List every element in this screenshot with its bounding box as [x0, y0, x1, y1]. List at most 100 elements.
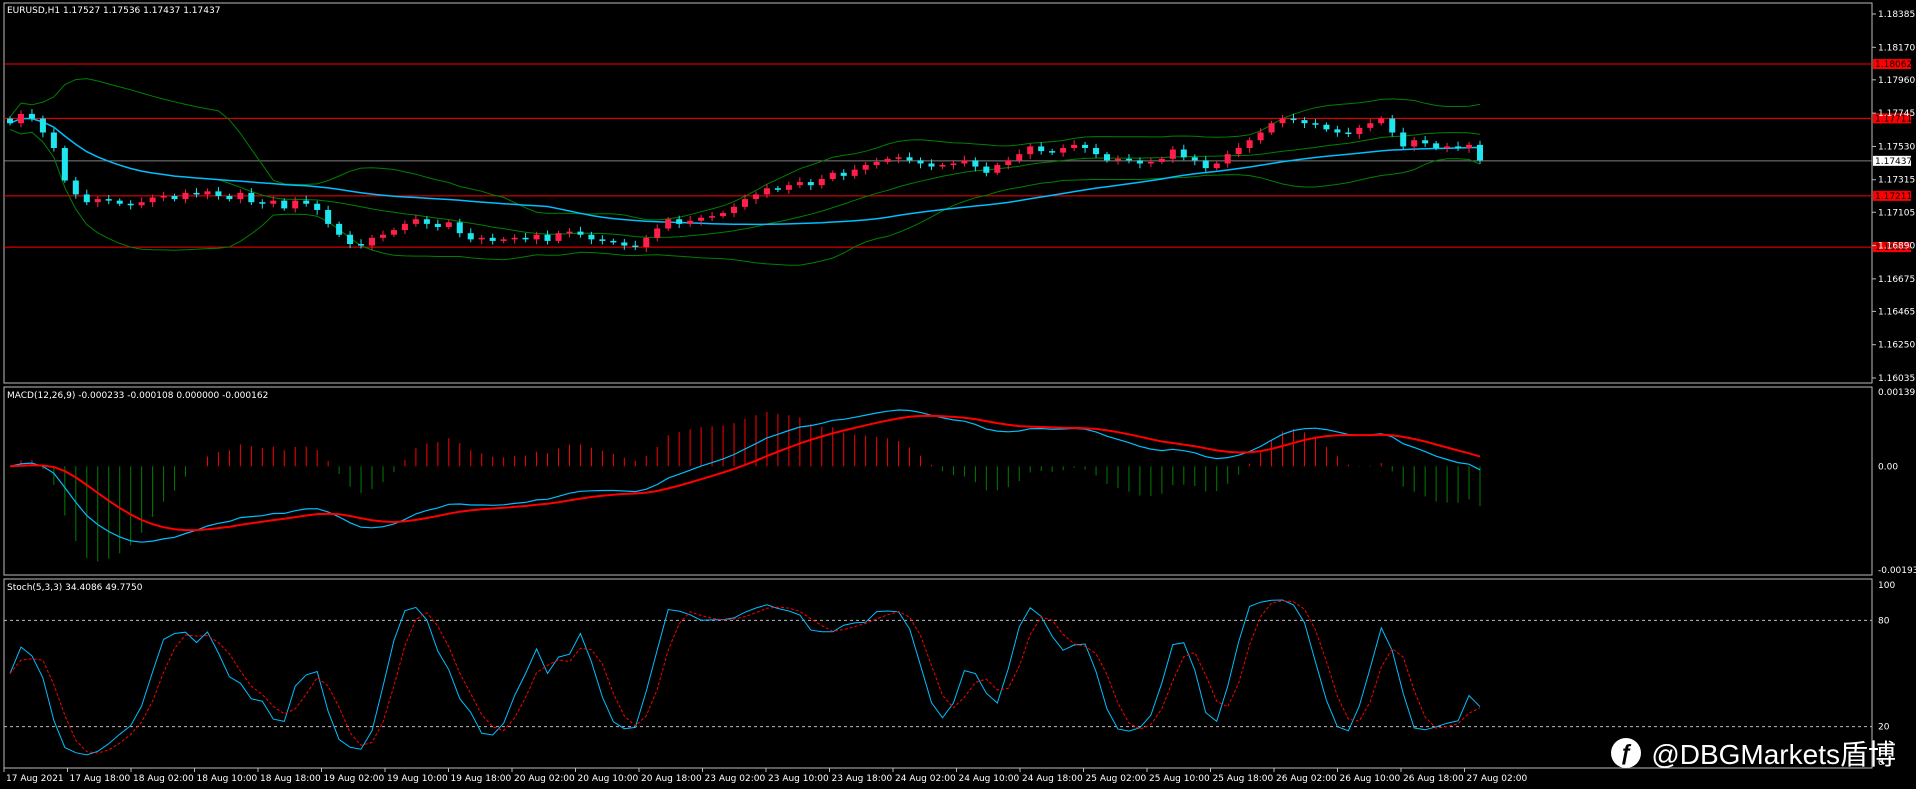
candle-body: [796, 182, 803, 186]
candle-body: [423, 219, 430, 224]
candle-body: [1125, 158, 1132, 161]
candle-body: [434, 223, 441, 227]
candle-body: [544, 234, 551, 241]
stoch-pane: [3, 578, 1873, 769]
candle-body: [28, 113, 35, 119]
candle-body: [555, 233, 562, 241]
current-price-label: 1.17437: [1875, 157, 1912, 167]
candle-body: [851, 169, 858, 176]
candle-body: [632, 245, 639, 248]
price-tick-label: 1.17530: [1878, 142, 1915, 152]
time-tick-label: 19 Aug 18:00: [451, 774, 512, 784]
price-tick-label: 1.16890: [1878, 242, 1915, 252]
candle-body: [467, 233, 474, 240]
candle-body: [1202, 160, 1209, 169]
candle-body: [1345, 132, 1352, 135]
candle-body: [994, 165, 1001, 173]
macd-tick-label: 0.00: [1878, 462, 1898, 472]
candle-body: [829, 172, 836, 179]
candle-body: [1136, 160, 1143, 164]
candle-body: [248, 192, 255, 203]
candle-body: [1312, 123, 1319, 125]
candle-body: [1466, 144, 1473, 148]
candle-body: [1158, 158, 1165, 162]
candle-body: [94, 199, 101, 203]
candle-body: [1038, 146, 1045, 152]
candle-body: [895, 157, 902, 159]
candle-body: [127, 203, 134, 206]
chart-canvas: 1.180621.177111.172111.168801.174371.183…: [3, 2, 1916, 784]
time-tick-label: 23 Aug 10:00: [768, 774, 829, 784]
time-tick-label: 26 Aug 10:00: [1340, 774, 1401, 784]
candle-body: [763, 188, 770, 195]
candle-body: [807, 182, 814, 186]
candle-body: [412, 219, 419, 224]
candle-body: [270, 200, 277, 204]
candle-body: [1257, 132, 1264, 141]
candle-body: [401, 223, 408, 231]
macd-tick-label: 0.00139: [1878, 388, 1915, 398]
price-tick-label: 1.17315: [1878, 176, 1915, 186]
stoch-tick-label: 20: [1878, 723, 1890, 733]
candle-body: [873, 161, 880, 166]
candle-body: [336, 223, 343, 235]
dbg-logo-icon: ƒ: [1611, 738, 1642, 768]
candle-body: [182, 192, 189, 200]
candle-body: [687, 220, 694, 224]
candle-body: [116, 200, 123, 204]
candle-body: [1279, 118, 1286, 124]
candle-body: [1049, 151, 1056, 153]
candle-body: [1191, 157, 1198, 161]
candle-body: [818, 178, 825, 186]
candle-body: [731, 206, 738, 214]
time-tick-label: 20 Aug 18:00: [641, 774, 702, 784]
candle-body: [83, 194, 90, 203]
candle-body: [840, 172, 847, 176]
stoch-tick-label: 80: [1878, 616, 1890, 626]
time-tick-label: 17 Aug 2021: [6, 774, 64, 784]
time-tick-label: 24 Aug 10:00: [959, 774, 1020, 784]
time-tick-label: 23 Aug 18:00: [832, 774, 893, 784]
candle-body: [1147, 161, 1154, 164]
candle-body: [500, 239, 507, 241]
candle-body: [160, 196, 167, 198]
candle-body: [643, 237, 650, 248]
watermark: ƒ @DBGMarkets盾博: [1611, 733, 1896, 773]
candle-body: [950, 163, 957, 166]
time-tick-label: 19 Aug 10:00: [387, 774, 448, 784]
candle-body: [939, 165, 946, 167]
candle-body: [237, 192, 244, 200]
candle-body: [17, 113, 24, 124]
price-tick-label: 1.16675: [1878, 275, 1915, 285]
candle-body: [1082, 144, 1089, 148]
candle-body: [1005, 160, 1012, 166]
time-tick-label: 18 Aug 18:00: [260, 774, 321, 784]
symbol-header: EURUSD,H1 1.17527 1.17536 1.17437 1.1743…: [7, 6, 220, 16]
price-pane: [3, 2, 1873, 384]
candle-body: [1476, 144, 1484, 161]
candle-body: [1060, 147, 1067, 153]
candle-body: [1444, 146, 1451, 148]
candle-body: [347, 234, 354, 245]
time-tick-label: 19 Aug 02:00: [324, 774, 385, 784]
time-tick-label: 25 Aug 18:00: [1213, 774, 1274, 784]
candle-body: [1433, 143, 1440, 148]
candle-body: [961, 160, 968, 164]
candle-body: [709, 216, 716, 218]
macd-tick-label: -0.001938: [1878, 566, 1916, 576]
time-tick-label: 24 Aug 18:00: [1022, 774, 1083, 784]
time-tick-label: 18 Aug 02:00: [133, 774, 194, 784]
candle-body: [1455, 146, 1462, 148]
candle-body: [588, 234, 595, 240]
price-tick-label: 1.17105: [1878, 208, 1915, 218]
candle-body: [1411, 140, 1418, 147]
price-tick-label: 1.16465: [1878, 307, 1915, 317]
time-tick-label: 20 Aug 10:00: [578, 774, 639, 784]
candle-body: [292, 200, 299, 209]
candle-body: [226, 196, 233, 200]
candle-body: [50, 132, 57, 148]
candle-body: [1367, 123, 1374, 128]
price-tick-label: 1.17960: [1878, 76, 1915, 86]
candle-body: [654, 228, 661, 238]
candle-body: [72, 180, 79, 195]
